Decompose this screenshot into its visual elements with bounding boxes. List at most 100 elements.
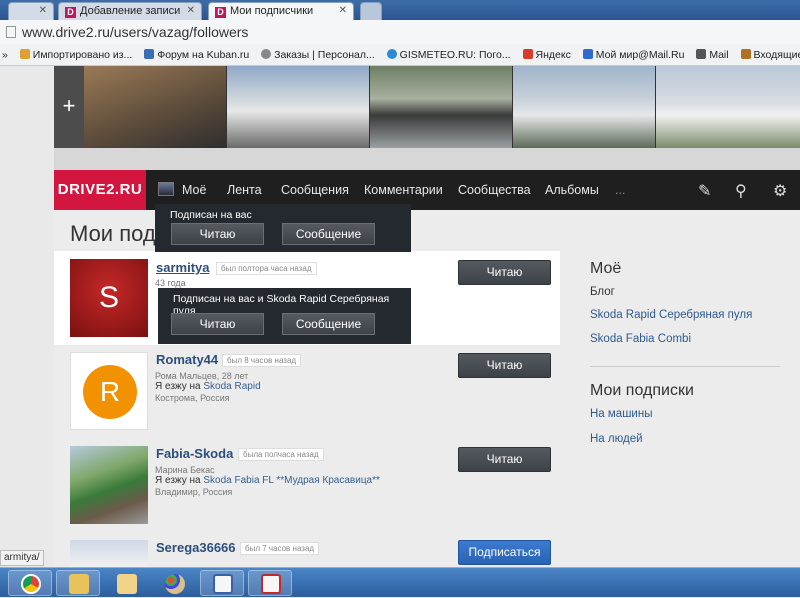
bookmark-imported[interactable]: Импортировано из... [19,49,132,61]
bookmark-yandex[interactable]: Яндекс [522,49,571,61]
user-avatar-icon[interactable] [158,182,174,196]
popup-text: Подписан на вас [170,209,252,221]
palette-icon [165,574,185,594]
address-bar[interactable]: www.drive2.ru/users/vazag/followers [0,20,800,44]
close-icon[interactable]: ✕ [39,5,47,16]
weather-icon [386,49,397,59]
avatar[interactable] [70,446,148,524]
sidebar-car-link[interactable]: Skoda Fabia Combi [590,333,691,345]
drives-text: Я езжу на Skoda Rapid [155,381,261,392]
sidebar-heading-subscriptions: Мои подписки [590,382,694,399]
reading-button[interactable]: Читаю [458,353,551,378]
sidebar-link-cars[interactable]: На машины [590,408,652,420]
sidebar-item-blog[interactable]: Блог [590,286,615,298]
user-location: Владимир, Россия [155,487,233,497]
taskbar-word[interactable] [200,570,244,596]
tab-label: Добавление записи [80,5,181,17]
drives-text: Я езжу на Skoda Fabia FL **Мудрая Красав… [155,475,380,486]
sidebar-car-link[interactable]: Skoda Rapid Серебряная пуля [590,309,752,321]
status-url: armitya/ [0,550,44,566]
username-link[interactable]: Fabia-Skoda [156,446,233,461]
bookmark-kuban[interactable]: Форум на Kuban.ru [144,49,249,61]
orange-logo-icon: R [83,365,137,419]
status-badge: был полтора часа назад [216,262,317,275]
search-icon[interactable]: ⚲ [735,181,747,201]
username-link[interactable]: sarmitya [156,260,209,275]
folder-icon [69,574,89,594]
inbox-icon [740,49,751,59]
nav-item-comments[interactable]: Комментарии [364,183,443,197]
close-icon[interactable]: ✕ [339,5,347,16]
nav-item-communities[interactable]: Сообщества [458,183,531,197]
bookmark-gismeteo[interactable]: GISMETEO.RU: Пого... [386,49,511,61]
chrome-icon [21,574,41,594]
page-title: Мои подп [70,221,168,246]
car-photo[interactable] [84,66,226,148]
tab-followers[interactable]: D Мои подписчики ✕ [208,2,354,20]
reading-button[interactable]: Читаю [458,260,551,285]
document-icon [213,574,233,594]
username-link[interactable]: Romaty44 [156,352,218,367]
new-tab-icon[interactable] [360,2,382,20]
add-photo-button[interactable]: + [54,66,84,148]
taskbar-app[interactable] [248,570,292,596]
drive2-favicon-icon: D [215,7,226,18]
sidebar-heading-mine: Моё [590,260,622,277]
sidebar-link-people[interactable]: На людей [590,433,643,445]
bookmarks-bar: » Импортировано из... Форум на Kuban.ru … [0,44,800,66]
gear-icon[interactable]: ⚙ [773,181,787,201]
taskbar-messenger[interactable] [104,570,148,596]
popup-read-button[interactable]: Читаю [171,313,264,335]
car-photo[interactable] [656,66,800,148]
reading-button[interactable]: Читаю [458,447,551,472]
bookmark-mymir[interactable]: Мой мир@Mail.Ru [582,49,684,61]
bookmark-inbox[interactable]: Входящие - vazag@... [740,49,800,61]
image-app-icon [261,574,281,594]
car-link[interactable]: Skoda Fabia FL **Мудрая Красавица** [203,475,380,486]
popup-message-button[interactable]: Сообщение [282,313,375,335]
taskbar-explorer[interactable] [56,570,100,596]
nav-item-feed[interactable]: Лента [227,183,262,197]
bookmark-orders[interactable]: Заказы | Персонал... [261,49,375,61]
car-photo[interactable] [370,66,512,148]
divider [590,366,780,367]
status-badge: был 8 часов назад [222,354,302,367]
avatar[interactable] [70,540,148,567]
car-photo[interactable] [513,66,655,148]
tab-add-post[interactable]: D Добавление записи ✕ [58,2,202,20]
subscribe-button[interactable]: Подписаться [458,540,551,565]
bookmark-mail[interactable]: Mail [696,49,729,61]
mailru-icon [582,49,593,59]
site-logo[interactable]: DRIVE2.RU [54,170,146,210]
tab-label: Мои подписчики [230,5,314,17]
tab-blank[interactable]: ✕ [8,2,54,20]
popup-message-button[interactable]: Сообщение [282,223,375,245]
status-badge: была полчаса назад [238,448,324,461]
user-meta: Марина Бекас [155,465,215,475]
nav-item-messages[interactable]: Сообщения [281,183,349,197]
taskbar-chrome[interactable] [8,570,52,596]
pencil-icon[interactable]: ✎ [698,181,711,201]
taskbar [0,567,800,597]
folder-icon [19,49,30,59]
popup-read-button[interactable]: Читаю [171,223,264,245]
car-link[interactable]: Skoda Rapid [203,381,260,392]
mail-icon [696,49,707,59]
avatar[interactable]: R [70,352,148,430]
tab-strip: ✕ D Добавление записи ✕ D Мои подписчики ✕ [0,0,800,20]
bookmarks-arrow-icon[interactable]: » [2,49,8,61]
nav-item-albums[interactable]: Альбомы [545,183,599,197]
username-link[interactable]: Serega36666 [156,540,236,555]
status-badge: был 7 часов назад [240,542,320,555]
car-photo[interactable] [227,66,369,148]
user-location: Кострома, Россия [155,393,230,403]
nav-item-mine[interactable]: Моё [182,183,206,197]
taskbar-paint[interactable] [152,570,196,596]
page-icon [6,26,16,38]
forum-icon [144,49,155,59]
avatar[interactable]: S [70,259,148,337]
nav-more[interactable]: ... [615,183,625,197]
header-gap [54,148,800,170]
orders-icon [261,49,272,59]
close-icon[interactable]: ✕ [187,5,195,16]
